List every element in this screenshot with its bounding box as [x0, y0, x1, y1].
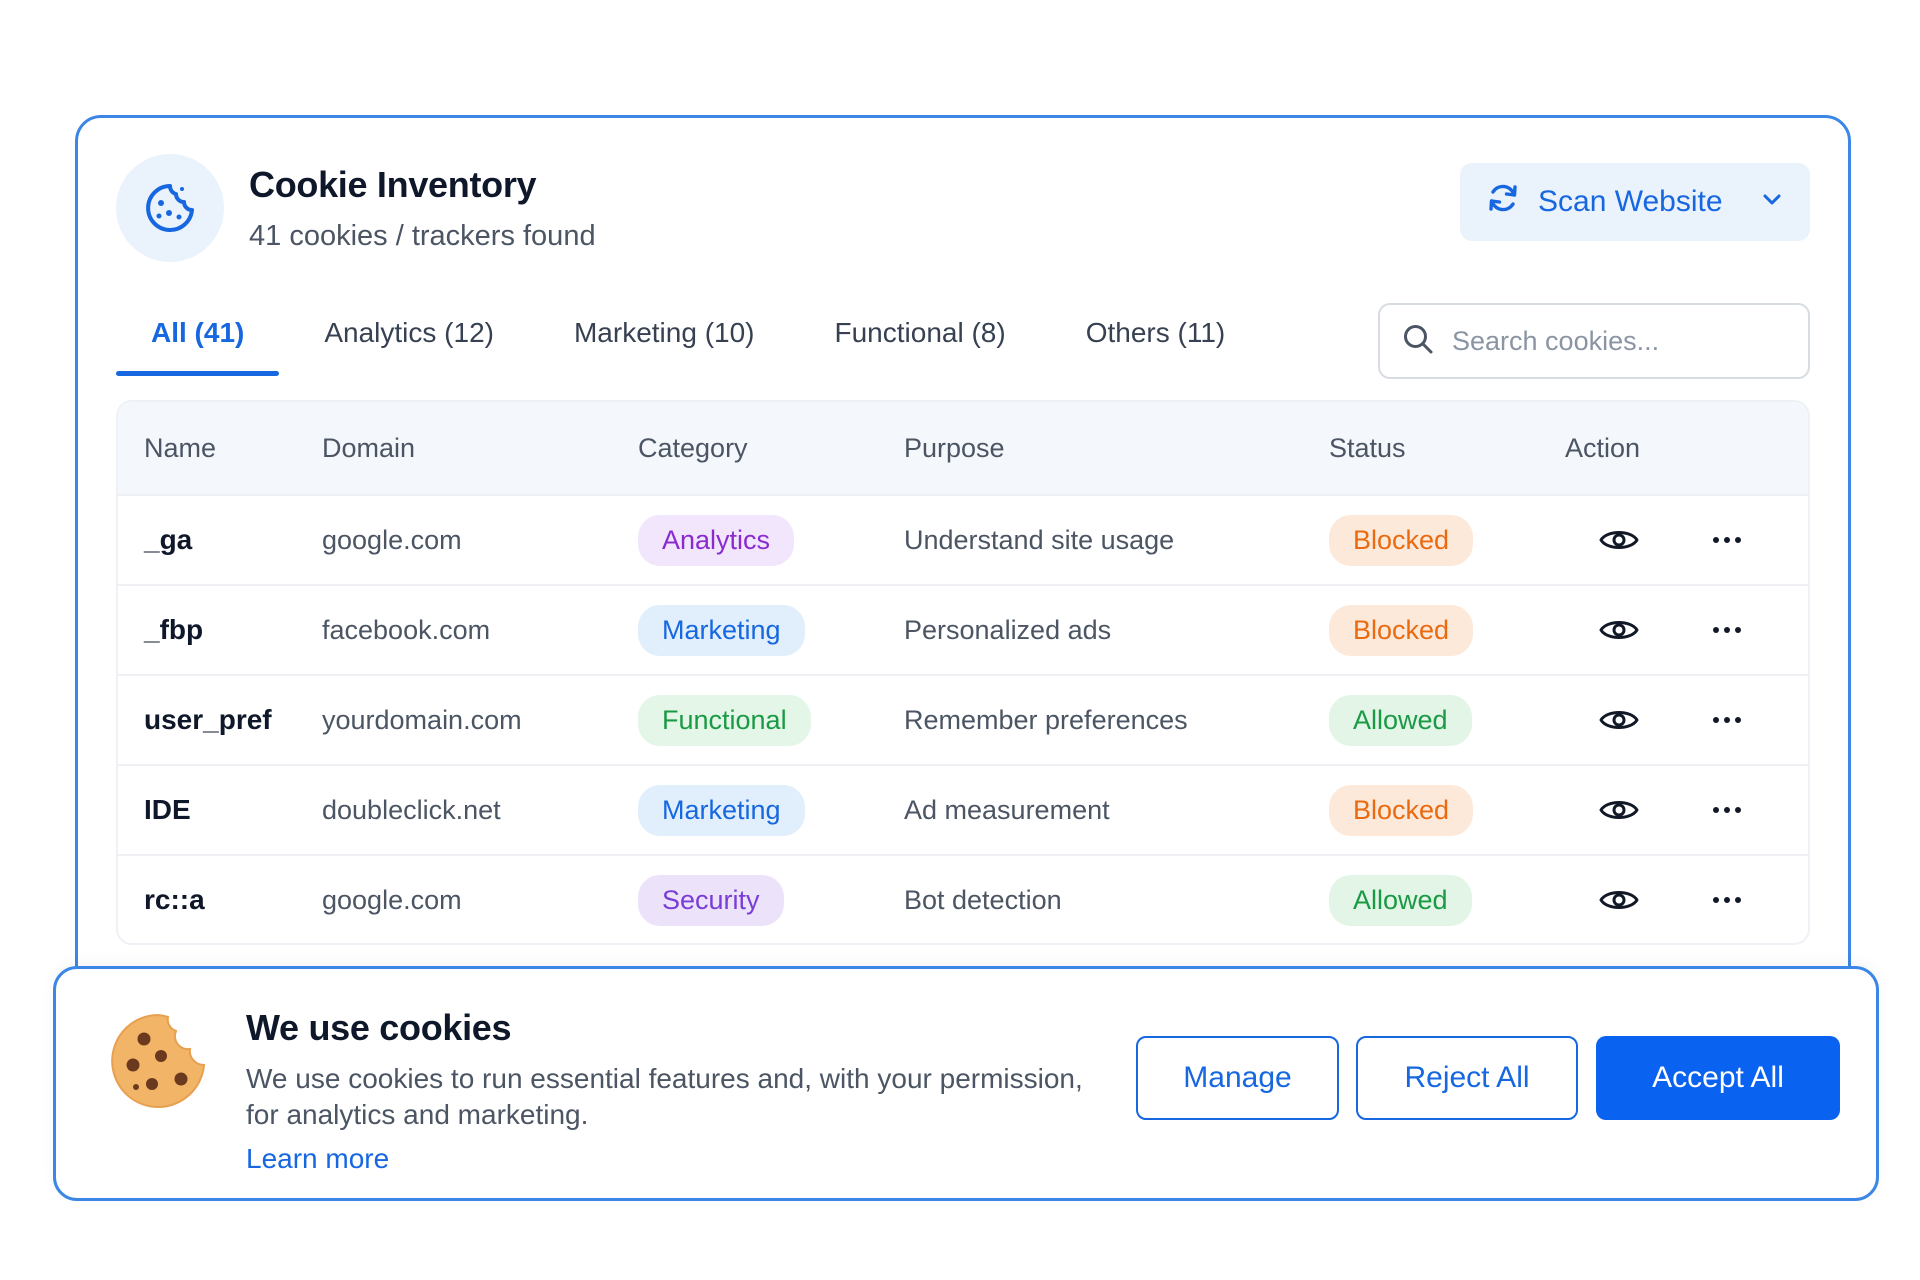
cookie-domain: google.com	[322, 884, 462, 915]
cookie-icon	[106, 1009, 210, 1118]
tab-all[interactable]: All (41)	[116, 293, 280, 376]
title-block: Cookie Inventory 41 cookies / trackers f…	[249, 164, 596, 253]
category-badge: Marketing	[638, 604, 805, 656]
table-row[interactable]: rc::a google.com Security Bot detection …	[118, 854, 1808, 943]
accept-all-button[interactable]: Accept All	[1596, 1036, 1840, 1120]
page-title: Cookie Inventory	[249, 163, 537, 205]
cookie-consent-banner: We use cookies We use cookies to run ess…	[53, 966, 1879, 1201]
cookie-purpose: Personalized ads	[904, 614, 1112, 645]
stage: Cookie Inventory 41 cookies / trackers f…	[0, 0, 1920, 1280]
category-badge: Functional	[638, 694, 811, 746]
page-subtitle: 41 cookies / trackers found	[249, 219, 596, 252]
banner-title: We use cookies	[246, 1007, 512, 1048]
cookie-domain: facebook.com	[322, 614, 491, 645]
table-row[interactable]: _fbp facebook.com Marketing Personalized…	[118, 584, 1808, 674]
banner-body: We use cookies to run essential features…	[246, 1063, 1083, 1130]
manage-button[interactable]: Manage	[1136, 1036, 1339, 1120]
more-horizontal-icon[interactable]	[1705, 798, 1749, 822]
cookie-name: _ga	[144, 524, 193, 555]
eye-icon[interactable]	[1595, 792, 1643, 828]
category-badge: Security	[638, 874, 784, 926]
cookie-domain: doubleclick.net	[322, 794, 501, 825]
column-header-purpose[interactable]: Purpose	[904, 433, 1329, 464]
learn-more-link[interactable]: Learn more	[246, 1143, 389, 1175]
refresh-icon	[1486, 181, 1520, 223]
cookie-inventory-panel: Cookie Inventory 41 cookies / trackers f…	[75, 115, 1851, 1115]
column-header-category[interactable]: Category	[638, 433, 904, 464]
table-header: Name Domain Category Purpose Status Acti…	[118, 402, 1808, 494]
reject-all-button[interactable]: Reject All	[1356, 1036, 1578, 1120]
cookie-name: rc::a	[144, 884, 205, 915]
more-horizontal-icon[interactable]	[1705, 528, 1749, 552]
more-horizontal-icon[interactable]	[1705, 618, 1749, 642]
cookie-icon	[116, 154, 224, 262]
tab-analytics[interactable]: Analytics (12)	[289, 293, 529, 373]
tab-marketing[interactable]: Marketing (10)	[539, 293, 790, 373]
column-header-name[interactable]: Name	[118, 433, 318, 464]
cookie-table: Name Domain Category Purpose Status Acti…	[116, 400, 1810, 945]
column-header-action: Action	[1565, 432, 1641, 463]
category-badge: Marketing	[638, 784, 805, 836]
eye-icon[interactable]	[1595, 882, 1643, 918]
eye-icon[interactable]	[1595, 612, 1643, 648]
more-horizontal-icon[interactable]	[1705, 888, 1749, 912]
cookie-purpose: Remember preferences	[904, 704, 1188, 735]
status-badge: Allowed	[1329, 694, 1472, 746]
column-header-status[interactable]: Status	[1329, 433, 1565, 464]
status-badge: Blocked	[1329, 784, 1474, 836]
scan-website-button[interactable]: Scan Website	[1460, 163, 1810, 241]
cookie-domain: yourdomain.com	[322, 704, 522, 735]
status-badge: Allowed	[1329, 874, 1472, 926]
cookie-name: user_pref	[144, 704, 272, 735]
cookie-domain: google.com	[322, 524, 462, 555]
panel-header: Cookie Inventory 41 cookies / trackers f…	[116, 153, 1810, 263]
tab-functional[interactable]: Functional (8)	[800, 293, 1041, 373]
search-icon	[1402, 323, 1434, 360]
cookie-purpose: Understand site usage	[904, 524, 1175, 555]
scan-website-label: Scan Website	[1538, 185, 1723, 218]
search-box	[1378, 303, 1810, 379]
banner-text: We use cookies We use cookies to run ess…	[246, 1007, 1106, 1175]
tab-others[interactable]: Others (11)	[1051, 293, 1261, 373]
column-header-domain[interactable]: Domain	[318, 433, 638, 464]
cookie-name: _fbp	[144, 614, 204, 645]
category-badge: Analytics	[638, 514, 795, 566]
eye-icon[interactable]	[1595, 702, 1643, 738]
cookie-name: IDE	[144, 794, 191, 825]
status-badge: Blocked	[1329, 604, 1474, 656]
table-row[interactable]: _ga google.com Analytics Understand site…	[118, 494, 1808, 584]
category-tabs: All (41) Analytics (12) Marketing (10) F…	[116, 293, 1270, 376]
table-row[interactable]: user_pref yourdomain.com Functional Reme…	[118, 674, 1808, 764]
cookie-purpose: Ad measurement	[904, 794, 1110, 825]
status-badge: Blocked	[1329, 514, 1474, 566]
table-row[interactable]: IDE doubleclick.net Marketing Ad measure…	[118, 764, 1808, 854]
search-input[interactable]	[1452, 325, 1806, 357]
chevron-down-icon[interactable]	[1760, 185, 1784, 219]
more-horizontal-icon[interactable]	[1705, 708, 1749, 732]
eye-icon[interactable]	[1595, 522, 1643, 558]
cookie-purpose: Bot detection	[904, 884, 1062, 915]
